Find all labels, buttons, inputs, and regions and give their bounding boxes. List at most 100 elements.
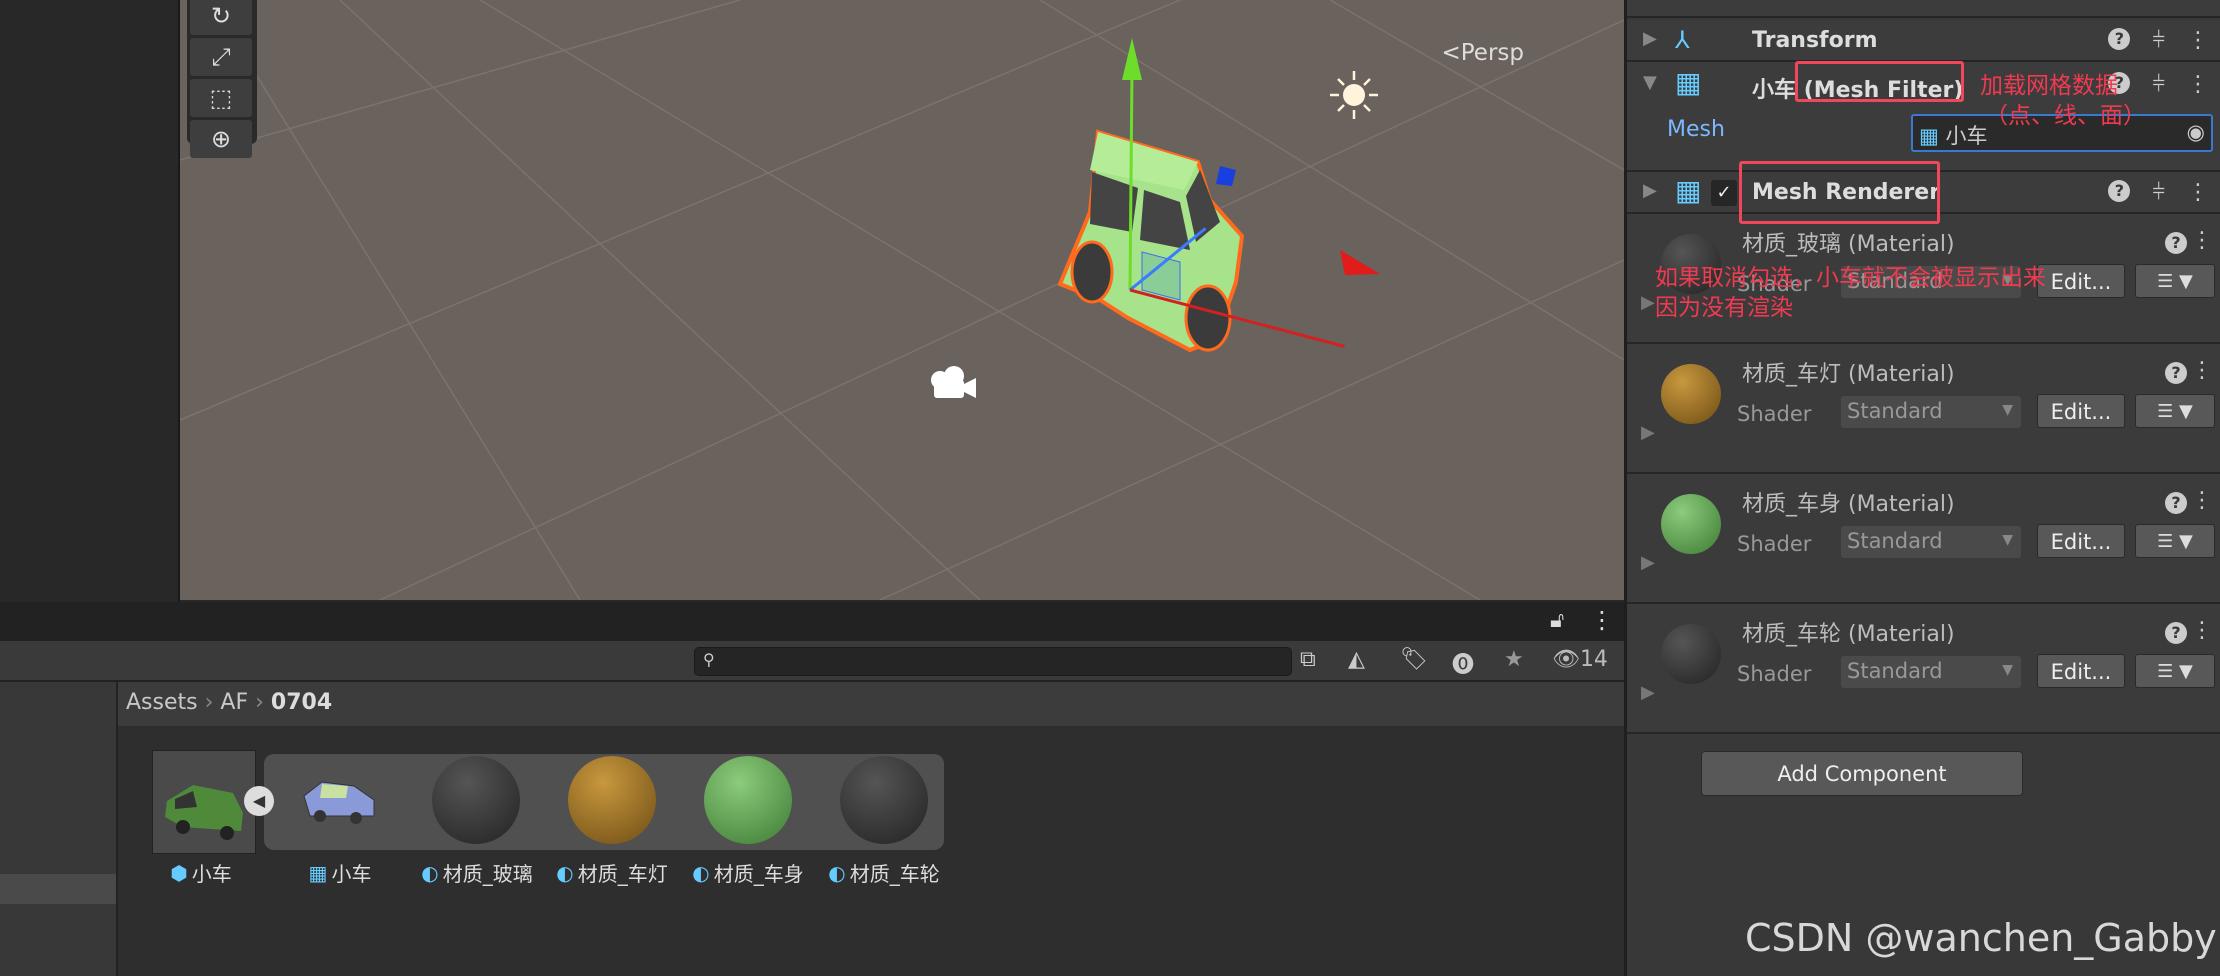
asset-material-thumbnail[interactable] — [840, 756, 928, 844]
help-icon[interactable]: ? — [2165, 492, 2187, 514]
asset-item-label[interactable]: ◐ 材质_玻璃 — [421, 858, 532, 887]
expand-triangle-icon[interactable]: ▶ — [1641, 422, 1655, 443]
annotation-text: （点、线、面） — [1985, 103, 2146, 129]
breadcrumb-item[interactable]: AF — [220, 690, 248, 715]
rotate-tool-icon[interactable]: ↻ — [190, 0, 252, 35]
breadcrumb-item[interactable]: Assets — [126, 690, 198, 715]
material-title: 材质_玻璃 (Material) — [1742, 232, 1955, 257]
camera-icon[interactable] — [931, 366, 976, 398]
chevron-right-icon: › — [255, 690, 271, 715]
preset-icon[interactable]: ⫩ — [2152, 72, 2165, 97]
edit-shader-button[interactable]: Edit... — [2037, 264, 2125, 298]
shader-options-button[interactable]: ☰ ▼ — [2135, 264, 2215, 298]
asset-item-label[interactable]: ◐ 材质_车轮 — [828, 858, 939, 887]
asset-item-label[interactable]: ◐ 材质_车灯 — [556, 858, 667, 887]
lock-icon[interactable]: 🔓︎ — [1550, 608, 1564, 633]
expand-triangle-icon[interactable]: ▶ — [1641, 292, 1655, 313]
filter-by-type-icon[interactable]: ◭ — [1348, 647, 1365, 672]
asset-item-label[interactable]: ⬢ 小车 — [170, 858, 231, 887]
shader-options-button[interactable]: ☰ ▼ — [2135, 524, 2215, 558]
material-preview — [1661, 364, 1721, 424]
expand-triangle-icon[interactable]: ▶ — [1641, 682, 1655, 703]
enabled-checkbox[interactable]: ✓ — [1711, 180, 1737, 206]
help-icon[interactable]: ? — [2108, 180, 2131, 202]
collapse-triangle-icon[interactable]: ▼ — [1643, 72, 1657, 93]
more-icon[interactable]: ⋮ — [2191, 488, 2213, 513]
hidden-packages-toggle[interactable]: 👁︎14 — [1552, 647, 1608, 672]
hierarchy-panel — [0, 0, 180, 602]
more-icon[interactable]: ⋮ — [1590, 606, 1614, 634]
persp-toggle[interactable]: <Persp — [1441, 40, 1524, 66]
material-icon: ◐ — [421, 860, 439, 885]
collapse-prefab-icon[interactable]: ◀ — [244, 786, 274, 816]
filter-by-label-icon[interactable]: 🏷︎ — [1400, 647, 1428, 672]
more-icon[interactable]: ⋮ — [2191, 358, 2213, 383]
mesh-grid-icon: ▦ — [1919, 124, 1939, 148]
scene-tools: ↻ ⤢ ⬚ ⊕ — [187, 0, 257, 158]
search-input[interactable]: ⚲ — [694, 647, 1292, 676]
asset-item-label[interactable]: ▦ 小车 — [309, 858, 372, 887]
asset-name: 材质_车轮 — [849, 862, 940, 886]
asset-mesh-thumbnail[interactable] — [298, 772, 388, 832]
more-icon[interactable]: ⋮ — [2191, 228, 2213, 253]
help-icon[interactable]: ? — [2165, 232, 2187, 254]
asset-prefab-thumbnail[interactable] — [152, 750, 256, 854]
edit-shader-button[interactable]: Edit... — [2037, 524, 2125, 558]
material-icon: ◐ — [692, 860, 710, 885]
mesh-grid-icon: ▦ — [1675, 66, 1702, 99]
scale-tool-icon[interactable]: ⤢ — [190, 38, 252, 76]
annotation-box-mesh-renderer — [1739, 161, 1940, 224]
more-icon[interactable]: ⋮ — [2187, 72, 2209, 97]
add-component-button[interactable]: Add Component — [1701, 751, 2023, 796]
preset-icon[interactable]: ⫩ — [2152, 180, 2165, 205]
material-preview — [1661, 494, 1721, 554]
mesh-label: Mesh — [1667, 117, 1725, 142]
material-title: 材质_车轮 (Material) — [1742, 622, 1955, 647]
inspector-panel: ▶ ⅄ Transform ? ⫩ ⋮ ▼ ▦ 小车 (Mesh Filter) ?… — [1624, 0, 2220, 976]
project-panel: 🔓︎ ⋮ ⚲ ⧉ ◭ 🏷︎ ⓿ ★ 👁︎14 Assets › AF › 070… — [0, 602, 1624, 976]
shader-options-button[interactable]: ☰ ▼ — [2135, 654, 2215, 688]
selected-folder-row[interactable] — [0, 874, 116, 904]
help-icon[interactable]: ? — [2165, 362, 2187, 384]
material-icon: ◐ — [828, 860, 846, 885]
preset-icon[interactable]: ⫩ — [2152, 28, 2165, 53]
annotation-box-mesh-filter — [1795, 61, 1964, 102]
edit-shader-button[interactable]: Edit... — [2037, 654, 2125, 688]
edit-shader-button[interactable]: Edit... — [2037, 394, 2125, 428]
asset-name: 材质_车灯 — [577, 862, 668, 886]
scene-view[interactable]: ↻ ⤢ ⬚ ⊕ <Persp — [180, 0, 1624, 600]
object-picker-icon[interactable]: ◉ — [2187, 120, 2205, 144]
shader-dropdown[interactable]: Standard — [1841, 526, 2021, 558]
sun-light-icon[interactable] — [1330, 71, 1378, 119]
material-title: 材质_车身 (Material) — [1742, 492, 1955, 517]
favorites-star-icon[interactable]: ★ — [1504, 647, 1524, 672]
asset-name: 材质_车身 — [713, 862, 804, 886]
asset-item-label[interactable]: ◐ 材质_车身 — [692, 858, 803, 887]
shader-label: Shader — [1737, 402, 1812, 426]
car-model[interactable] — [1057, 129, 1245, 353]
shader-dropdown[interactable]: Standard — [1841, 396, 2021, 428]
scene-grid — [180, 0, 1624, 600]
expand-triangle-icon[interactable]: ▶ — [1643, 28, 1657, 49]
more-icon[interactable]: ⋮ — [2187, 180, 2209, 205]
help-icon[interactable]: ? — [2108, 28, 2131, 50]
search-icon: ⚲ — [703, 650, 715, 669]
expand-triangle-icon[interactable]: ▶ — [1641, 552, 1655, 573]
expand-triangle-icon[interactable]: ▶ — [1643, 180, 1657, 201]
shader-dropdown[interactable]: Standard — [1841, 656, 2021, 688]
more-icon[interactable]: ⋮ — [2187, 28, 2209, 53]
asset-material-thumbnail[interactable] — [568, 756, 656, 844]
log-types-icon[interactable]: ⓿ — [1452, 647, 1474, 679]
mesh-grid-icon: ▦ — [308, 860, 328, 885]
transform-tool-icon[interactable]: ⊕ — [190, 120, 252, 158]
rect-tool-icon[interactable]: ⬚ — [190, 79, 252, 117]
mesh-renderer-icon: ▦ — [1675, 174, 1702, 207]
shader-options-button[interactable]: ☰ ▼ — [2135, 394, 2215, 428]
persp-label: Persp — [1460, 40, 1524, 66]
asset-material-thumbnail[interactable] — [704, 756, 792, 844]
asset-material-thumbnail[interactable] — [432, 756, 520, 844]
more-icon[interactable]: ⋮ — [2191, 618, 2213, 643]
help-icon[interactable]: ? — [2165, 622, 2187, 644]
transform-component[interactable]: ▶ ⅄ Transform ? ⫩ ⋮ — [1627, 20, 2220, 62]
search-window-icon[interactable]: ⧉ — [1300, 647, 1316, 672]
